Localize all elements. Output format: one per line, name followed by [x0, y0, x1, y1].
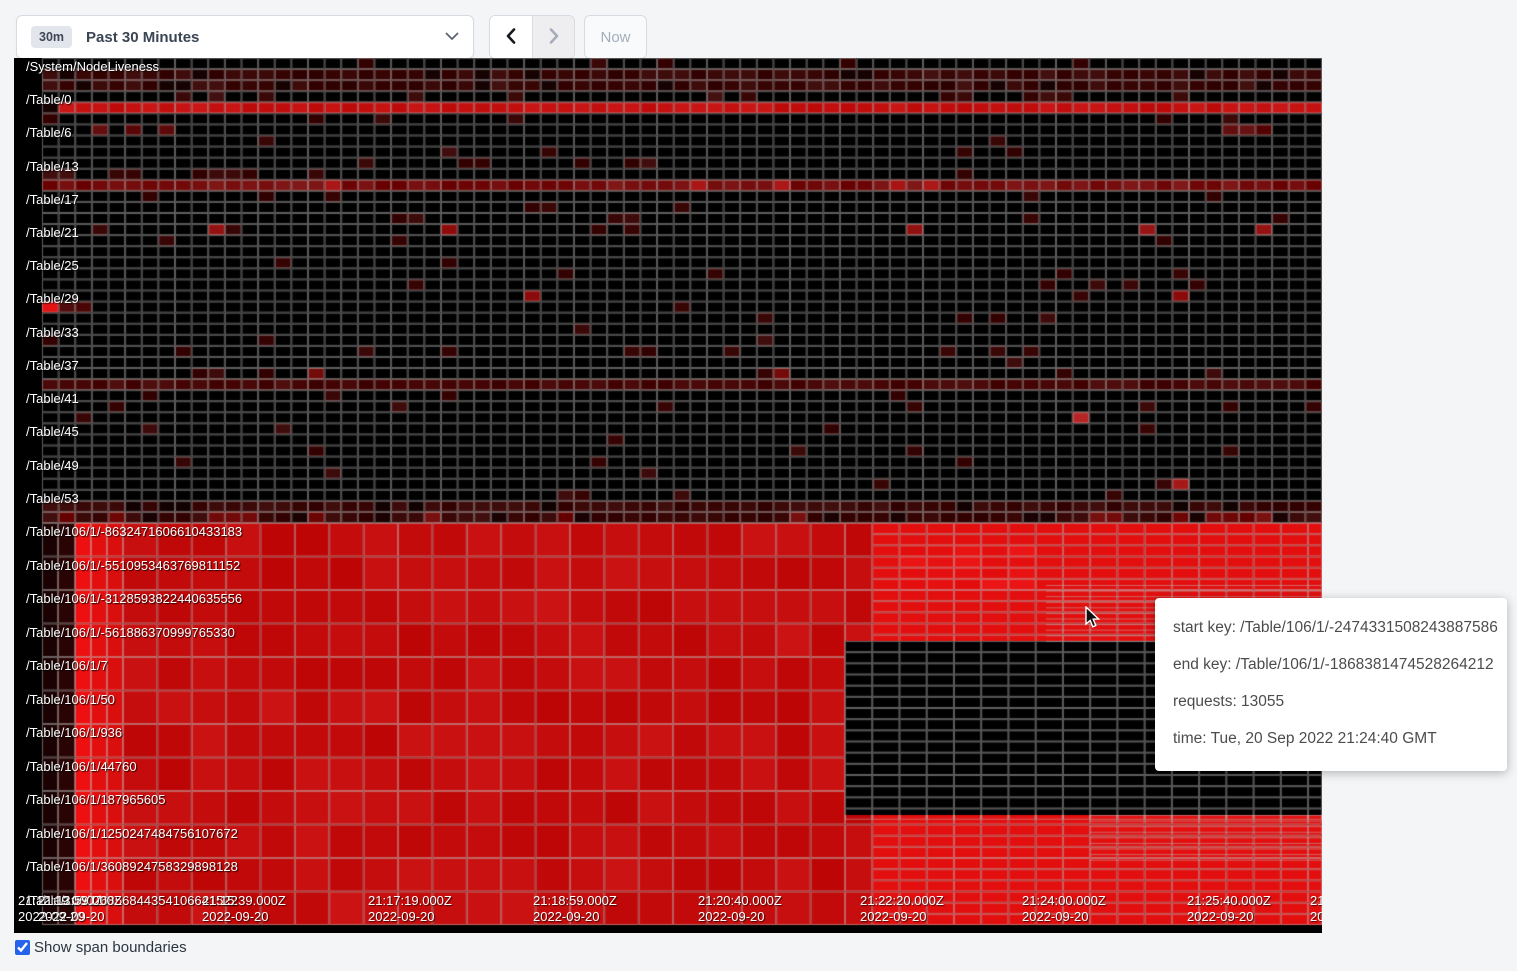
next-button[interactable] [532, 16, 574, 58]
chevron-right-icon [546, 27, 562, 48]
key-visualizer: /System/NodeLiveness/Table/0/Table/6/Tab… [14, 58, 1322, 933]
now-button[interactable]: Now [584, 15, 647, 59]
span-boundaries-label: Show span boundaries [34, 939, 187, 956]
tooltip-line: end key: /Table/106/1/-18683814745282642… [1173, 646, 1489, 683]
span-boundaries-checkbox[interactable] [15, 940, 30, 955]
toolbar: 30m Past 30 Minutes Now [0, 0, 1517, 58]
timeframe-label: Past 30 Minutes [86, 29, 445, 46]
chevron-down-icon [445, 28, 459, 46]
tooltip-line: start key: /Table/106/1/-247433150824388… [1173, 609, 1489, 646]
chevron-left-icon [503, 27, 519, 48]
tooltip-line: time: Tue, 20 Sep 2022 21:24:40 GMT [1173, 720, 1489, 757]
timeframe-select[interactable]: 30m Past 30 Minutes [16, 15, 474, 59]
keyspace-heatmap-canvas[interactable] [14, 58, 1322, 933]
timeframe-badge: 30m [31, 26, 72, 48]
prev-button[interactable] [490, 16, 532, 58]
time-nav [489, 15, 575, 59]
hover-tooltip: start key: /Table/106/1/-247433150824388… [1155, 598, 1507, 771]
tooltip-line: requests: 13055 [1173, 683, 1489, 720]
footer: Show span boundaries [15, 939, 187, 956]
